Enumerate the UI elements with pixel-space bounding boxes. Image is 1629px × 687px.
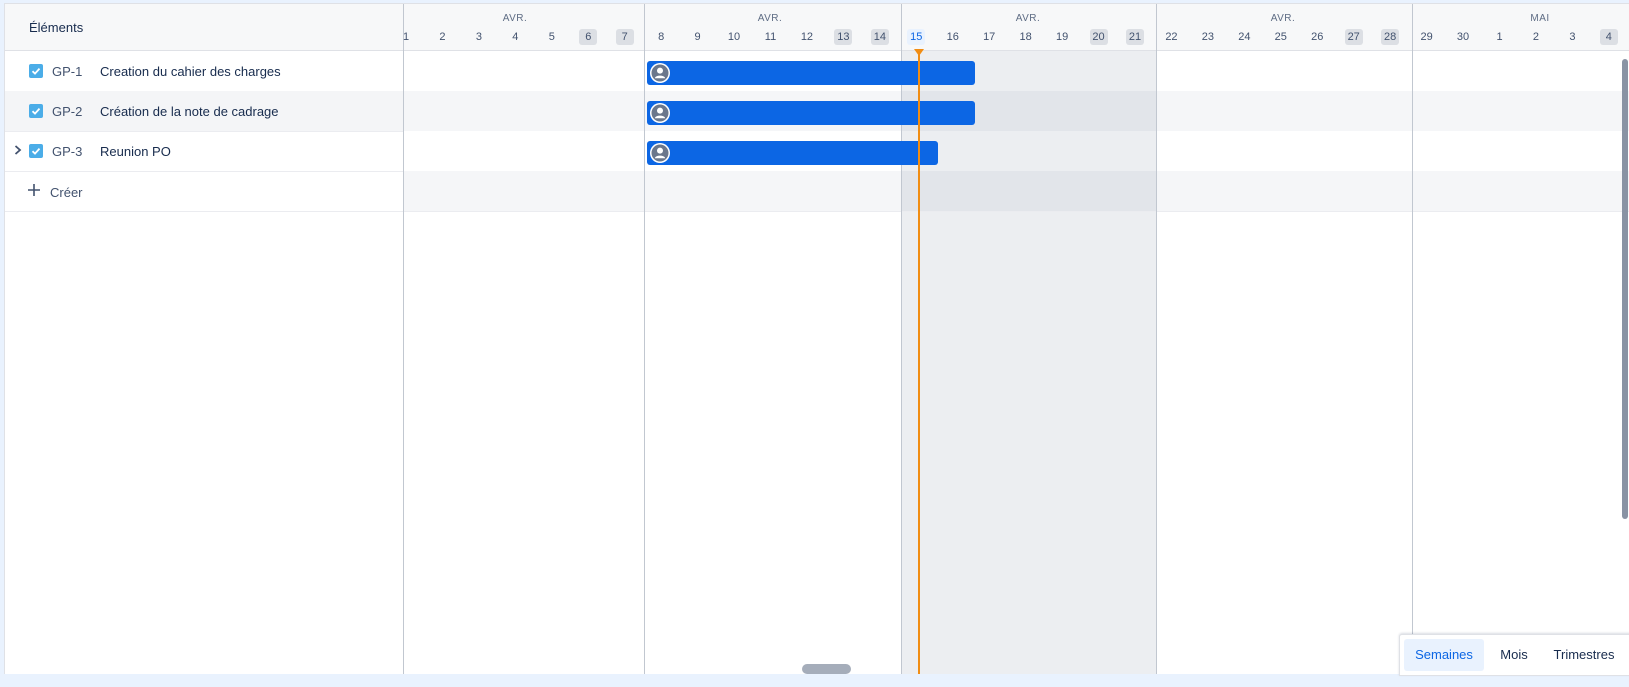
- day-label: 26: [1311, 31, 1324, 43]
- day-label: 11: [764, 31, 777, 43]
- day-label: 21: [1126, 29, 1144, 45]
- view-months-button[interactable]: Mois: [1490, 639, 1538, 671]
- day-label: 2: [439, 31, 446, 43]
- day-label: 30: [1456, 31, 1470, 43]
- month-label: AVR.: [757, 13, 783, 24]
- roadmap-frame: Éléments GP-1 Creation du cahier des cha…: [4, 3, 1629, 674]
- week-divider: [1156, 4, 1157, 674]
- day-label: 2: [1532, 31, 1539, 43]
- day-label: 19: [1055, 31, 1069, 43]
- create-label: Créer: [50, 185, 83, 200]
- day-label: 17: [983, 31, 996, 43]
- day-label: 27: [1344, 29, 1363, 45]
- day-label: 4: [512, 31, 519, 43]
- day-label: 5: [548, 31, 555, 43]
- timeline-row: [404, 91, 1629, 131]
- issue-row[interactable]: GP-2 Création de la note de cadrage: [5, 91, 403, 132]
- issue-row[interactable]: GP-3 Reunion PO: [5, 131, 403, 172]
- day-label: 1: [402, 31, 410, 43]
- day-label: 12: [800, 31, 814, 43]
- chevron-right-icon[interactable]: [13, 144, 25, 156]
- horizontal-scrollbar[interactable]: [802, 664, 851, 674]
- day-label: 25: [1274, 31, 1287, 43]
- day-label: 23: [1201, 31, 1215, 43]
- issue-key[interactable]: GP-1: [52, 64, 82, 79]
- issue-list-header-label: Éléments: [29, 20, 84, 35]
- day-label: 1: [1496, 31, 1503, 43]
- month-label: AVR.: [502, 13, 528, 24]
- timeline-grid[interactable]: AVR. AVR. AVR. AVR. MAI 1 2 3 4 5 6 7 8 9 10 11 12 1…: [403, 4, 1629, 674]
- issue-list-panel: Éléments GP-1 Creation du cahier des cha…: [5, 4, 404, 674]
- issue-row[interactable]: GP-1 Creation du cahier des charges: [5, 51, 403, 92]
- day-label: 22: [1165, 31, 1178, 43]
- task-checkbox-icon: [29, 64, 43, 78]
- user-avatar-icon: [650, 103, 670, 123]
- schedule-bar[interactable]: [647, 61, 975, 85]
- day-label: 15: [907, 29, 926, 45]
- month-label: MAI: [1530, 13, 1550, 24]
- view-weeks-button[interactable]: Semaines: [1404, 639, 1484, 671]
- day-label: 6: [579, 29, 598, 45]
- day-label: 29: [1420, 31, 1433, 43]
- day-label: 28: [1381, 29, 1400, 45]
- issue-list-header: Éléments: [5, 4, 403, 51]
- plus-icon: [27, 181, 41, 202]
- day-label: 8: [658, 31, 665, 43]
- create-issue-button[interactable]: Créer: [5, 171, 403, 212]
- day-label: 18: [1019, 31, 1032, 43]
- week-divider: [644, 4, 645, 674]
- day-label: 9: [694, 31, 701, 43]
- issue-key[interactable]: GP-3: [52, 144, 82, 159]
- issue-summary[interactable]: Création de la note de cadrage: [100, 104, 279, 119]
- task-checkbox-icon: [29, 104, 43, 118]
- day-label: 7: [615, 29, 634, 45]
- month-label: AVR.: [1270, 13, 1296, 24]
- day-label: 16: [946, 31, 959, 43]
- day-label: 20: [1089, 29, 1108, 45]
- timeline-header: AVR. AVR. AVR. AVR. MAI 1 2 3 4 5 6 7 8 9 10 11 12 1…: [403, 4, 1629, 51]
- schedule-bar[interactable]: [647, 141, 938, 165]
- day-label: 3: [475, 31, 482, 43]
- schedule-bar[interactable]: [647, 101, 975, 125]
- user-avatar-icon: [650, 143, 670, 163]
- user-avatar-icon: [650, 63, 670, 83]
- day-label: 10: [727, 31, 741, 43]
- timeline-row: [404, 171, 1629, 211]
- row-divider: [404, 211, 1629, 212]
- today-line: [918, 50, 920, 674]
- day-label: 4: [1599, 29, 1618, 45]
- issue-summary[interactable]: Reunion PO: [100, 144, 171, 159]
- timeline-row: [404, 51, 1629, 91]
- vertical-scrollbar[interactable]: [1622, 59, 1628, 519]
- issue-key[interactable]: GP-2: [52, 104, 82, 119]
- day-label: 24: [1238, 31, 1251, 43]
- month-label: AVR.: [1015, 13, 1041, 24]
- week-divider: [1412, 4, 1413, 674]
- view-quarters-button[interactable]: Trimestres: [1544, 639, 1624, 671]
- day-label: 14: [870, 29, 889, 45]
- task-checkbox-icon: [29, 144, 43, 158]
- timeline-row: [404, 131, 1629, 171]
- view-switcher: Semaines Mois Trimestres: [1399, 634, 1629, 676]
- issue-summary[interactable]: Creation du cahier des charges: [100, 64, 281, 79]
- day-label: 13: [834, 29, 853, 45]
- day-label: 3: [1569, 31, 1576, 43]
